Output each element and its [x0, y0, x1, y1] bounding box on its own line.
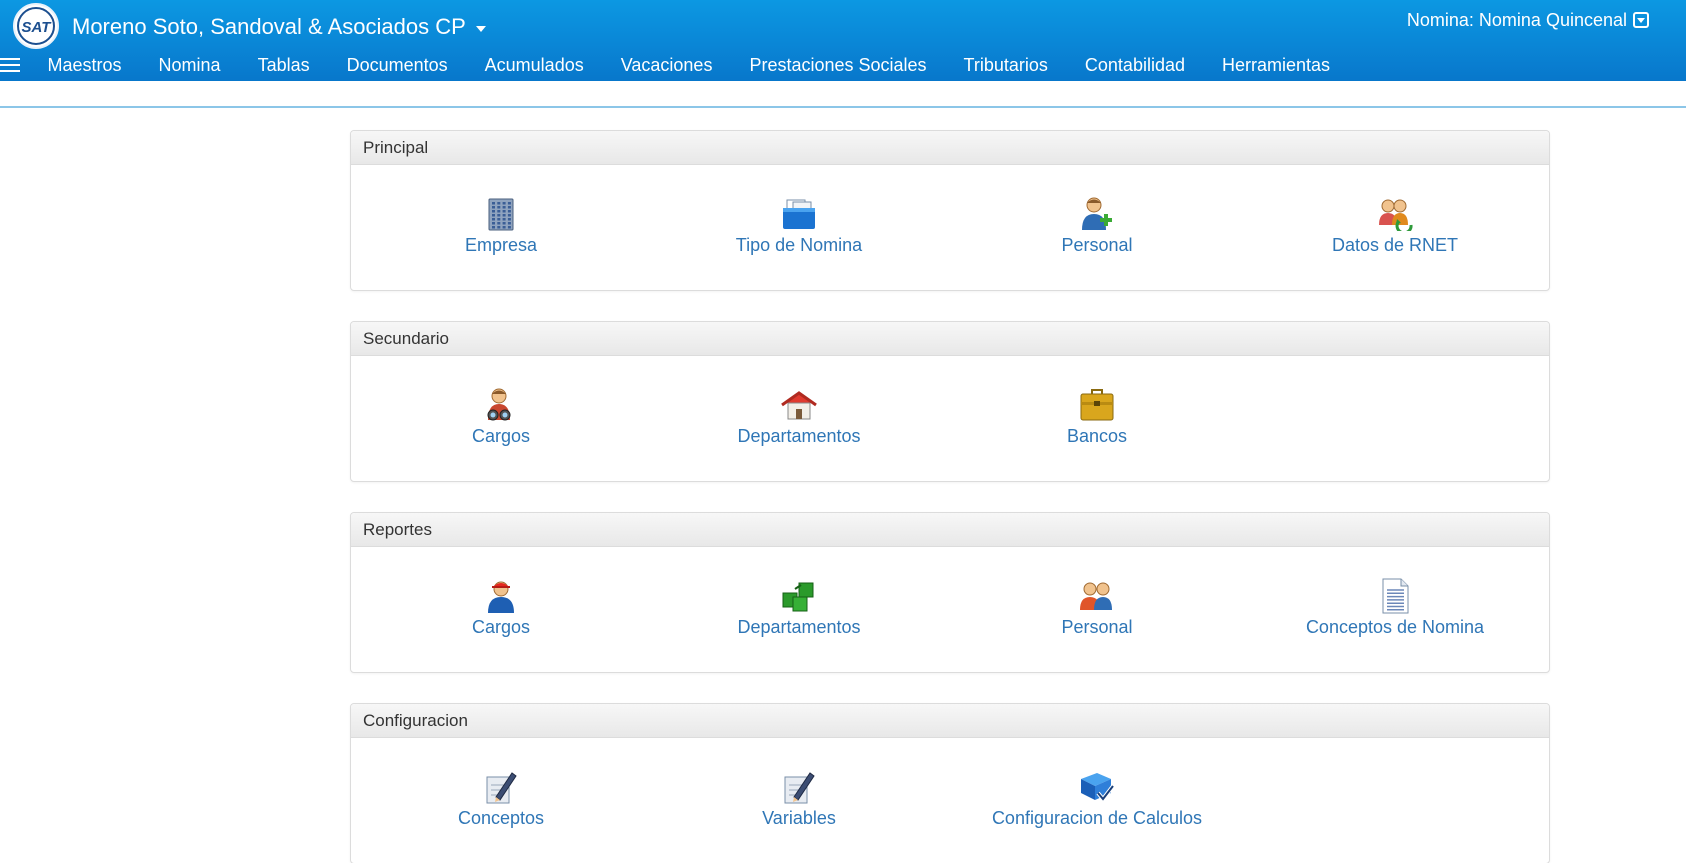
panel-body: Cargos Departamentos Bancos	[351, 356, 1549, 481]
tile-conceptos[interactable]: Conceptos	[356, 738, 646, 863]
panel-reportes: Reportes Cargos Departamentos Personal Conce…	[350, 512, 1550, 673]
user-add-icon	[1078, 195, 1116, 233]
tile-label: Datos de RNET	[1331, 235, 1459, 255]
panel-heading: Principal	[351, 131, 1549, 165]
briefcase-icon	[1078, 386, 1116, 424]
tile-label: Personal	[1061, 235, 1133, 255]
pen-paper-icon	[482, 768, 520, 806]
tile-tipo-de-nomina[interactable]: Tipo de Nomina	[654, 165, 944, 290]
users-sync-icon	[1376, 195, 1414, 233]
panel-principal: Principal Empresa Tipo de Nomina Personal Da…	[350, 130, 1550, 291]
top-navbar: SAT Moreno Soto, Sandoval & Asociados CP…	[0, 0, 1686, 81]
user-binoculars-icon	[482, 386, 520, 424]
document-icon	[1376, 577, 1414, 615]
house-icon	[780, 386, 818, 424]
tile-configuracion-de-calculos[interactable]: Configuracion de Calculos	[952, 738, 1242, 863]
header-divider	[0, 106, 1686, 108]
tile-label: Departamentos	[737, 426, 861, 446]
tile-variables[interactable]: Variables	[654, 738, 944, 863]
tile-departamentos[interactable]: Departamentos	[654, 356, 944, 481]
panel-heading: Secundario	[351, 322, 1549, 356]
nav-item-vacaciones[interactable]: Vacaciones	[602, 52, 731, 78]
pen-paper-icon	[780, 768, 818, 806]
nav-item-tributarios[interactable]: Tributarios	[945, 52, 1066, 78]
company-name: Moreno Soto, Sandoval & Asociados CP	[72, 14, 466, 39]
tile-cargos[interactable]: Cargos	[356, 356, 646, 481]
tile-label: Conceptos de Nomina	[1305, 617, 1485, 637]
tile-label: Departamentos	[737, 617, 861, 637]
tile-bancos[interactable]: Bancos	[952, 356, 1242, 481]
tile-personal[interactable]: Personal	[952, 165, 1242, 290]
tile-label: Personal	[1061, 617, 1133, 637]
sat-logo[interactable]: SAT	[13, 3, 59, 49]
hamburger-menu-icon[interactable]	[0, 56, 22, 74]
nav-item-maestros[interactable]: Maestros	[29, 52, 140, 78]
nomina-selector-label: Nomina: Nomina Quincenal	[1406, 9, 1627, 30]
tile-personal[interactable]: Personal	[952, 547, 1242, 672]
building-icon	[482, 195, 520, 233]
tile-label: Cargos	[471, 426, 531, 446]
nav-item-contabilidad[interactable]: Contabilidad	[1066, 52, 1203, 78]
chevron-down-icon	[475, 25, 486, 32]
nav-item-acumulados[interactable]: Acumulados	[466, 52, 602, 78]
tile-label: Bancos	[1066, 426, 1128, 446]
tile-label: Variables	[762, 808, 836, 828]
nomina-selector[interactable]: Nomina: Nomina Quincenal	[1407, 8, 1649, 32]
panel-heading: Configuracion	[351, 704, 1549, 738]
worker-icon	[482, 577, 520, 615]
logo-icon: SAT	[17, 7, 55, 45]
nav-item-tablas[interactable]: Tablas	[239, 52, 328, 78]
panel-body: Empresa Tipo de Nomina Personal Datos de RN…	[351, 165, 1549, 290]
nav-item-prestaciones-sociales[interactable]: Prestaciones Sociales	[731, 52, 945, 78]
tile-label: Configuracion de Calculos	[991, 808, 1203, 828]
nav-item-herramientas[interactable]: Herramientas	[1203, 52, 1348, 78]
company-selector[interactable]: Moreno Soto, Sandoval & Asociados CP	[72, 12, 486, 42]
dropdown-square-icon	[1633, 12, 1649, 28]
tile-label: Cargos	[471, 617, 531, 637]
users-icon	[1078, 577, 1116, 615]
panel-body: Cargos Departamentos Personal Conceptos de …	[351, 547, 1549, 672]
tile-conceptos-de-nomina[interactable]: Conceptos de Nomina	[1250, 547, 1540, 672]
nav-item-nomina[interactable]: Nomina	[140, 52, 239, 78]
tile-label: Tipo de Nomina	[735, 235, 863, 255]
tile-label: Empresa	[464, 235, 538, 255]
panel-heading: Reportes	[351, 513, 1549, 547]
folder-icon	[780, 195, 818, 233]
tile-label: Conceptos	[457, 808, 545, 828]
panel-secundario: Secundario Cargos Departamentos Bancos	[350, 321, 1550, 482]
panel-body: Conceptos Variables Configuracion de Calcu…	[351, 738, 1549, 863]
green-boxes-icon	[780, 577, 818, 615]
tile-cargos[interactable]: Cargos	[356, 547, 646, 672]
tile-datos-de-rnet[interactable]: Datos de RNET	[1250, 165, 1540, 290]
main-menu: Maestros Nomina Tablas Documentos Acumulados…	[29, 52, 1349, 78]
book-check-icon	[1078, 768, 1116, 806]
nav-item-documentos[interactable]: Documentos	[328, 52, 466, 78]
logo-text: SAT	[22, 19, 53, 36]
tile-empresa[interactable]: Empresa	[356, 165, 646, 290]
tile-departamentos[interactable]: Departamentos	[654, 547, 944, 672]
panel-configuracion: Configuracion Conceptos Variables Configura…	[350, 703, 1550, 863]
